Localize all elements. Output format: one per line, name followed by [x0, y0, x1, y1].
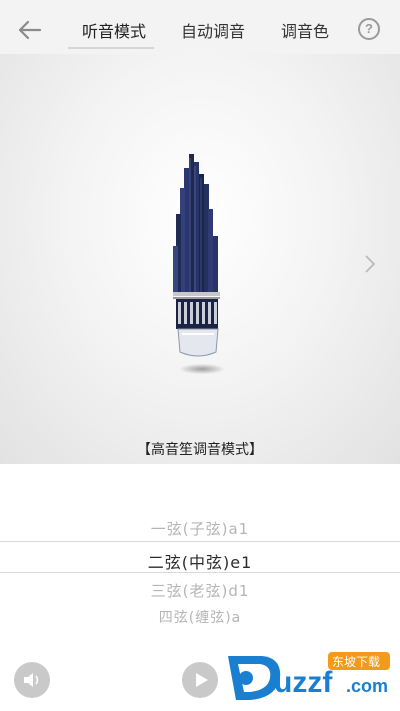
- mode-tabs: 听音模式 自动调音 调音色: [60, 0, 350, 54]
- string-picker[interactable]: 一弦(子弦)a1 二弦(中弦)e1 三弦(老弦)d1 四弦(缠弦)a: [0, 464, 400, 644]
- sheng-instrument-image: [173, 154, 220, 357]
- next-instrument-button[interactable]: [362, 254, 378, 274]
- selection-top-divider: [0, 541, 400, 542]
- arrow-left-icon: [18, 20, 42, 40]
- watermark-tagline: 东坡下载: [332, 655, 380, 669]
- play-icon: [196, 673, 208, 687]
- watermark-tld: .com: [346, 676, 388, 696]
- play-button[interactable]: [182, 662, 218, 698]
- top-bar: 听音模式 自动调音 调音色 ?: [0, 0, 400, 54]
- string-option-4[interactable]: 四弦(缠弦)a: [0, 607, 400, 627]
- watermark-brand: uzzf: [274, 666, 333, 699]
- uzzf-watermark-logo: uzzf .com 东坡下载: [228, 652, 390, 700]
- chevron-right-icon: [365, 255, 376, 273]
- tab-listen-mode[interactable]: 听音模式: [74, 18, 154, 42]
- question-circle-icon: ?: [365, 21, 373, 36]
- mode-label: 【高音笙调音模式】: [137, 442, 263, 458]
- help-button[interactable]: ?: [358, 18, 380, 40]
- tab-auto-tune[interactable]: 自动调音: [168, 18, 258, 42]
- selection-bottom-divider: [0, 572, 400, 573]
- volume-button[interactable]: [14, 662, 50, 698]
- instrument-stage: 【高音笙调音模式】: [0, 54, 400, 464]
- instrument-shadow: [180, 364, 224, 374]
- speaker-icon: [24, 673, 39, 687]
- string-option-3[interactable]: 三弦(老弦)d1: [0, 580, 400, 601]
- string-option-1[interactable]: 一弦(子弦)a1: [0, 518, 400, 539]
- string-option-2[interactable]: 二弦(中弦)e1: [0, 549, 400, 573]
- tab-tone[interactable]: 调音色: [265, 18, 345, 42]
- active-tab-indicator: [68, 47, 154, 49]
- back-button[interactable]: [14, 14, 46, 46]
